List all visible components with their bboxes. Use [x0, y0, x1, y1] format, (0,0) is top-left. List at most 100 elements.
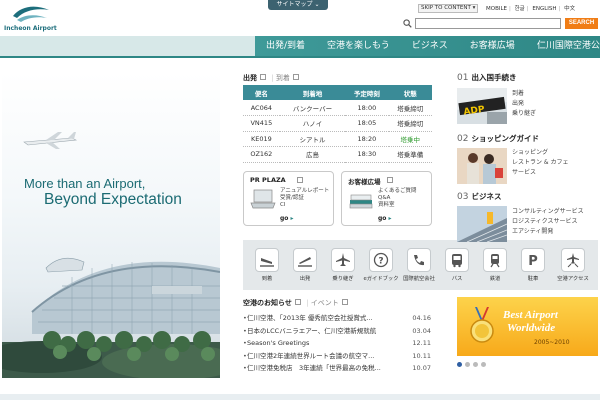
more-icon[interactable]	[294, 299, 301, 305]
utility-links: MOBILE | 한글 | ENGLISH | 中文	[486, 6, 576, 12]
search-input[interactable]	[415, 18, 561, 29]
shopping-links: ショッピング レストラン & カフェ サービス	[512, 148, 569, 178]
service-icon-bar: 到着 出発 乗り継ぎ ? eガイドブック 国際航空会社 バス 鉄道 P 駐車 空…	[243, 240, 598, 290]
service-rail[interactable]: 鉄道	[477, 248, 513, 288]
medal-icon	[470, 307, 494, 343]
main-nav: 出発/到着 空港を楽しもう ビジネス お客様広場 仁川国際空港公社	[0, 36, 600, 56]
link-consulting[interactable]: コンサルティングサービス	[512, 207, 584, 217]
nav-item-enjoy-airport[interactable]: 空港を楽しもう	[316, 36, 401, 56]
airplane-icon	[23, 132, 78, 149]
util-link-korean[interactable]: 한글	[515, 6, 525, 12]
list-item[interactable]: 仁川空港2年連続世界ルート会議の航空マ...10.11	[243, 350, 431, 363]
banner-years: 2005~2010	[534, 339, 570, 346]
nav-item-customer-plaza[interactable]: お客様広場	[459, 36, 526, 56]
service-bus[interactable]: バス	[439, 248, 475, 288]
nav-item-corporation[interactable]: 仁川国際空港公社	[526, 36, 600, 56]
section-title-business[interactable]: 03 ビジネス	[457, 191, 501, 202]
list-item[interactable]: 仁川空港、「2013年 優秀航空会社授賞式...04.16	[243, 312, 431, 325]
link-departures[interactable]: 出発	[512, 99, 536, 109]
airport-logo-icon	[13, 6, 49, 22]
flight-time: 18:30	[345, 146, 389, 163]
link-logistics[interactable]: ロジスティクスサービス	[512, 217, 584, 227]
bus-icon	[452, 254, 462, 268]
service-arrivals[interactable]: 到着	[249, 248, 285, 288]
section-title-immigration[interactable]: 01 出入国手続き	[457, 72, 516, 83]
list-item[interactable]: 日本のLCCバニラエアー、仁川空港新規就航03.04	[243, 325, 431, 338]
flight-number: AC064	[243, 100, 280, 116]
tab-events[interactable]: イベント	[311, 299, 339, 307]
flight-destination: シアトル	[279, 131, 346, 147]
link-aircity[interactable]: エアシティ開発	[512, 227, 584, 237]
site-logo[interactable]: Incheon Airport	[4, 2, 64, 34]
customer-plaza-links[interactable]: よくあるご質問 Q&A 資料室	[378, 188, 417, 209]
pagination-dot[interactable]	[473, 362, 478, 367]
svg-text:P: P	[528, 254, 538, 268]
airport-access-icon	[567, 253, 579, 268]
service-eguidebook[interactable]: ? eガイドブック	[363, 248, 399, 288]
table-row[interactable]: KE019 シアトル 18:20 塔乗中	[243, 131, 432, 147]
tab-departures[interactable]: 出発	[243, 74, 257, 82]
table-row[interactable]: VN415 ハノイ 18:05 塔乗締切	[243, 115, 432, 132]
hero-banner: More than an Airport, Beyond Expectation	[2, 72, 220, 378]
pagination-dot[interactable]	[457, 362, 462, 367]
flight-time: 18:00	[345, 100, 389, 116]
pr-plaza-links[interactable]: アニュアルレポート 受賞/認証 CI	[280, 188, 329, 209]
flight-number: KE019	[243, 131, 280, 147]
link-shopping[interactable]: ショッピング	[512, 148, 569, 158]
section-title-shopping[interactable]: 02 ショッピングガイド	[457, 133, 539, 144]
skip-to-content-select[interactable]: SKIP TO CONTENT ▾	[418, 4, 478, 13]
table-row[interactable]: OZ162 広島 18:30 塔乗準備	[243, 146, 432, 163]
footer-strip	[0, 394, 600, 400]
tab-arrivals[interactable]: 到着	[276, 74, 290, 82]
service-transfer[interactable]: 乗り継ぎ	[325, 248, 361, 288]
nav-item-departures-arrivals[interactable]: 出発/到着	[255, 36, 316, 56]
more-icon[interactable]	[387, 177, 393, 183]
best-airport-banner[interactable]: Best Airport Worldwide 2005~2010	[457, 297, 598, 356]
business-image[interactable]	[457, 206, 507, 242]
more-icon[interactable]	[341, 299, 348, 305]
link-restaurant-cafe[interactable]: レストラン & カフェ	[512, 158, 569, 168]
search-button[interactable]: SEARCH	[565, 18, 598, 29]
parking-icon: P	[528, 254, 538, 268]
service-parking[interactable]: P 駐車	[515, 248, 551, 288]
pr-plaza-go-button[interactable]: go ▸	[280, 215, 294, 222]
train-icon	[490, 254, 500, 268]
pagination-dot[interactable]	[481, 362, 486, 367]
customer-plaza-go-button[interactable]: go ▸	[378, 215, 392, 222]
util-link-chinese[interactable]: 中文	[564, 6, 575, 12]
pagination-dot[interactable]	[465, 362, 470, 367]
books-icon	[349, 194, 373, 209]
service-access[interactable]: 空港アクセス	[555, 248, 591, 288]
service-departures[interactable]: 出発	[287, 248, 323, 288]
more-icon[interactable]	[297, 177, 303, 183]
customer-plaza-box[interactable]: お客様広場 よくあるご質問 Q&A 資料室 go ▸	[341, 171, 432, 226]
col-scheduled: 予定時刻	[345, 85, 389, 100]
plane-icon	[336, 253, 350, 266]
list-item[interactable]: 仁川空港免税店 3年連続「世界最高の免税...10.07	[243, 362, 431, 375]
nav-item-business[interactable]: ビジネス	[401, 36, 459, 56]
question-icon: ?	[373, 252, 389, 268]
link-arrivals[interactable]: 到着	[512, 89, 536, 99]
link-services[interactable]: サービス	[512, 168, 569, 178]
flight-status: 塔乗締切	[388, 115, 432, 132]
shopping-image[interactable]	[457, 148, 507, 184]
pr-plaza-title: PR PLAZA	[250, 176, 286, 184]
terminal-illustration	[2, 132, 220, 378]
hero-title-line-1: More than an Airport,	[24, 176, 146, 191]
pr-plaza-box[interactable]: PR PLAZA アニュアルレポート 受賞/認証 CI go ▸	[243, 171, 334, 226]
more-icon[interactable]	[292, 74, 299, 80]
util-link-mobile[interactable]: MOBILE	[486, 6, 507, 12]
business-links: コンサルティングサービス ロジスティクスサービス エアシティ開発	[512, 207, 584, 237]
banner-line-2: Worldwide	[507, 322, 556, 334]
link-transfer[interactable]: 乗り継ぎ	[512, 109, 536, 119]
flight-number: VN415	[243, 115, 280, 132]
util-link-english[interactable]: ENGLISH	[532, 6, 556, 12]
immigration-image[interactable]: ADP	[457, 88, 507, 124]
list-item[interactable]: Season's Greetings12.11	[243, 337, 431, 350]
banner-line-1: Best Airport	[503, 309, 558, 321]
tab-airport-notices[interactable]: 空港のお知らせ	[243, 299, 292, 307]
more-icon[interactable]	[260, 74, 266, 80]
sitemap-tab[interactable]: サイトマップ ⌄	[268, 0, 328, 10]
service-airlines[interactable]: 国際航空会社	[401, 248, 437, 288]
table-row[interactable]: AC064 バンクーバー 18:00 塔乗締切	[243, 100, 432, 116]
